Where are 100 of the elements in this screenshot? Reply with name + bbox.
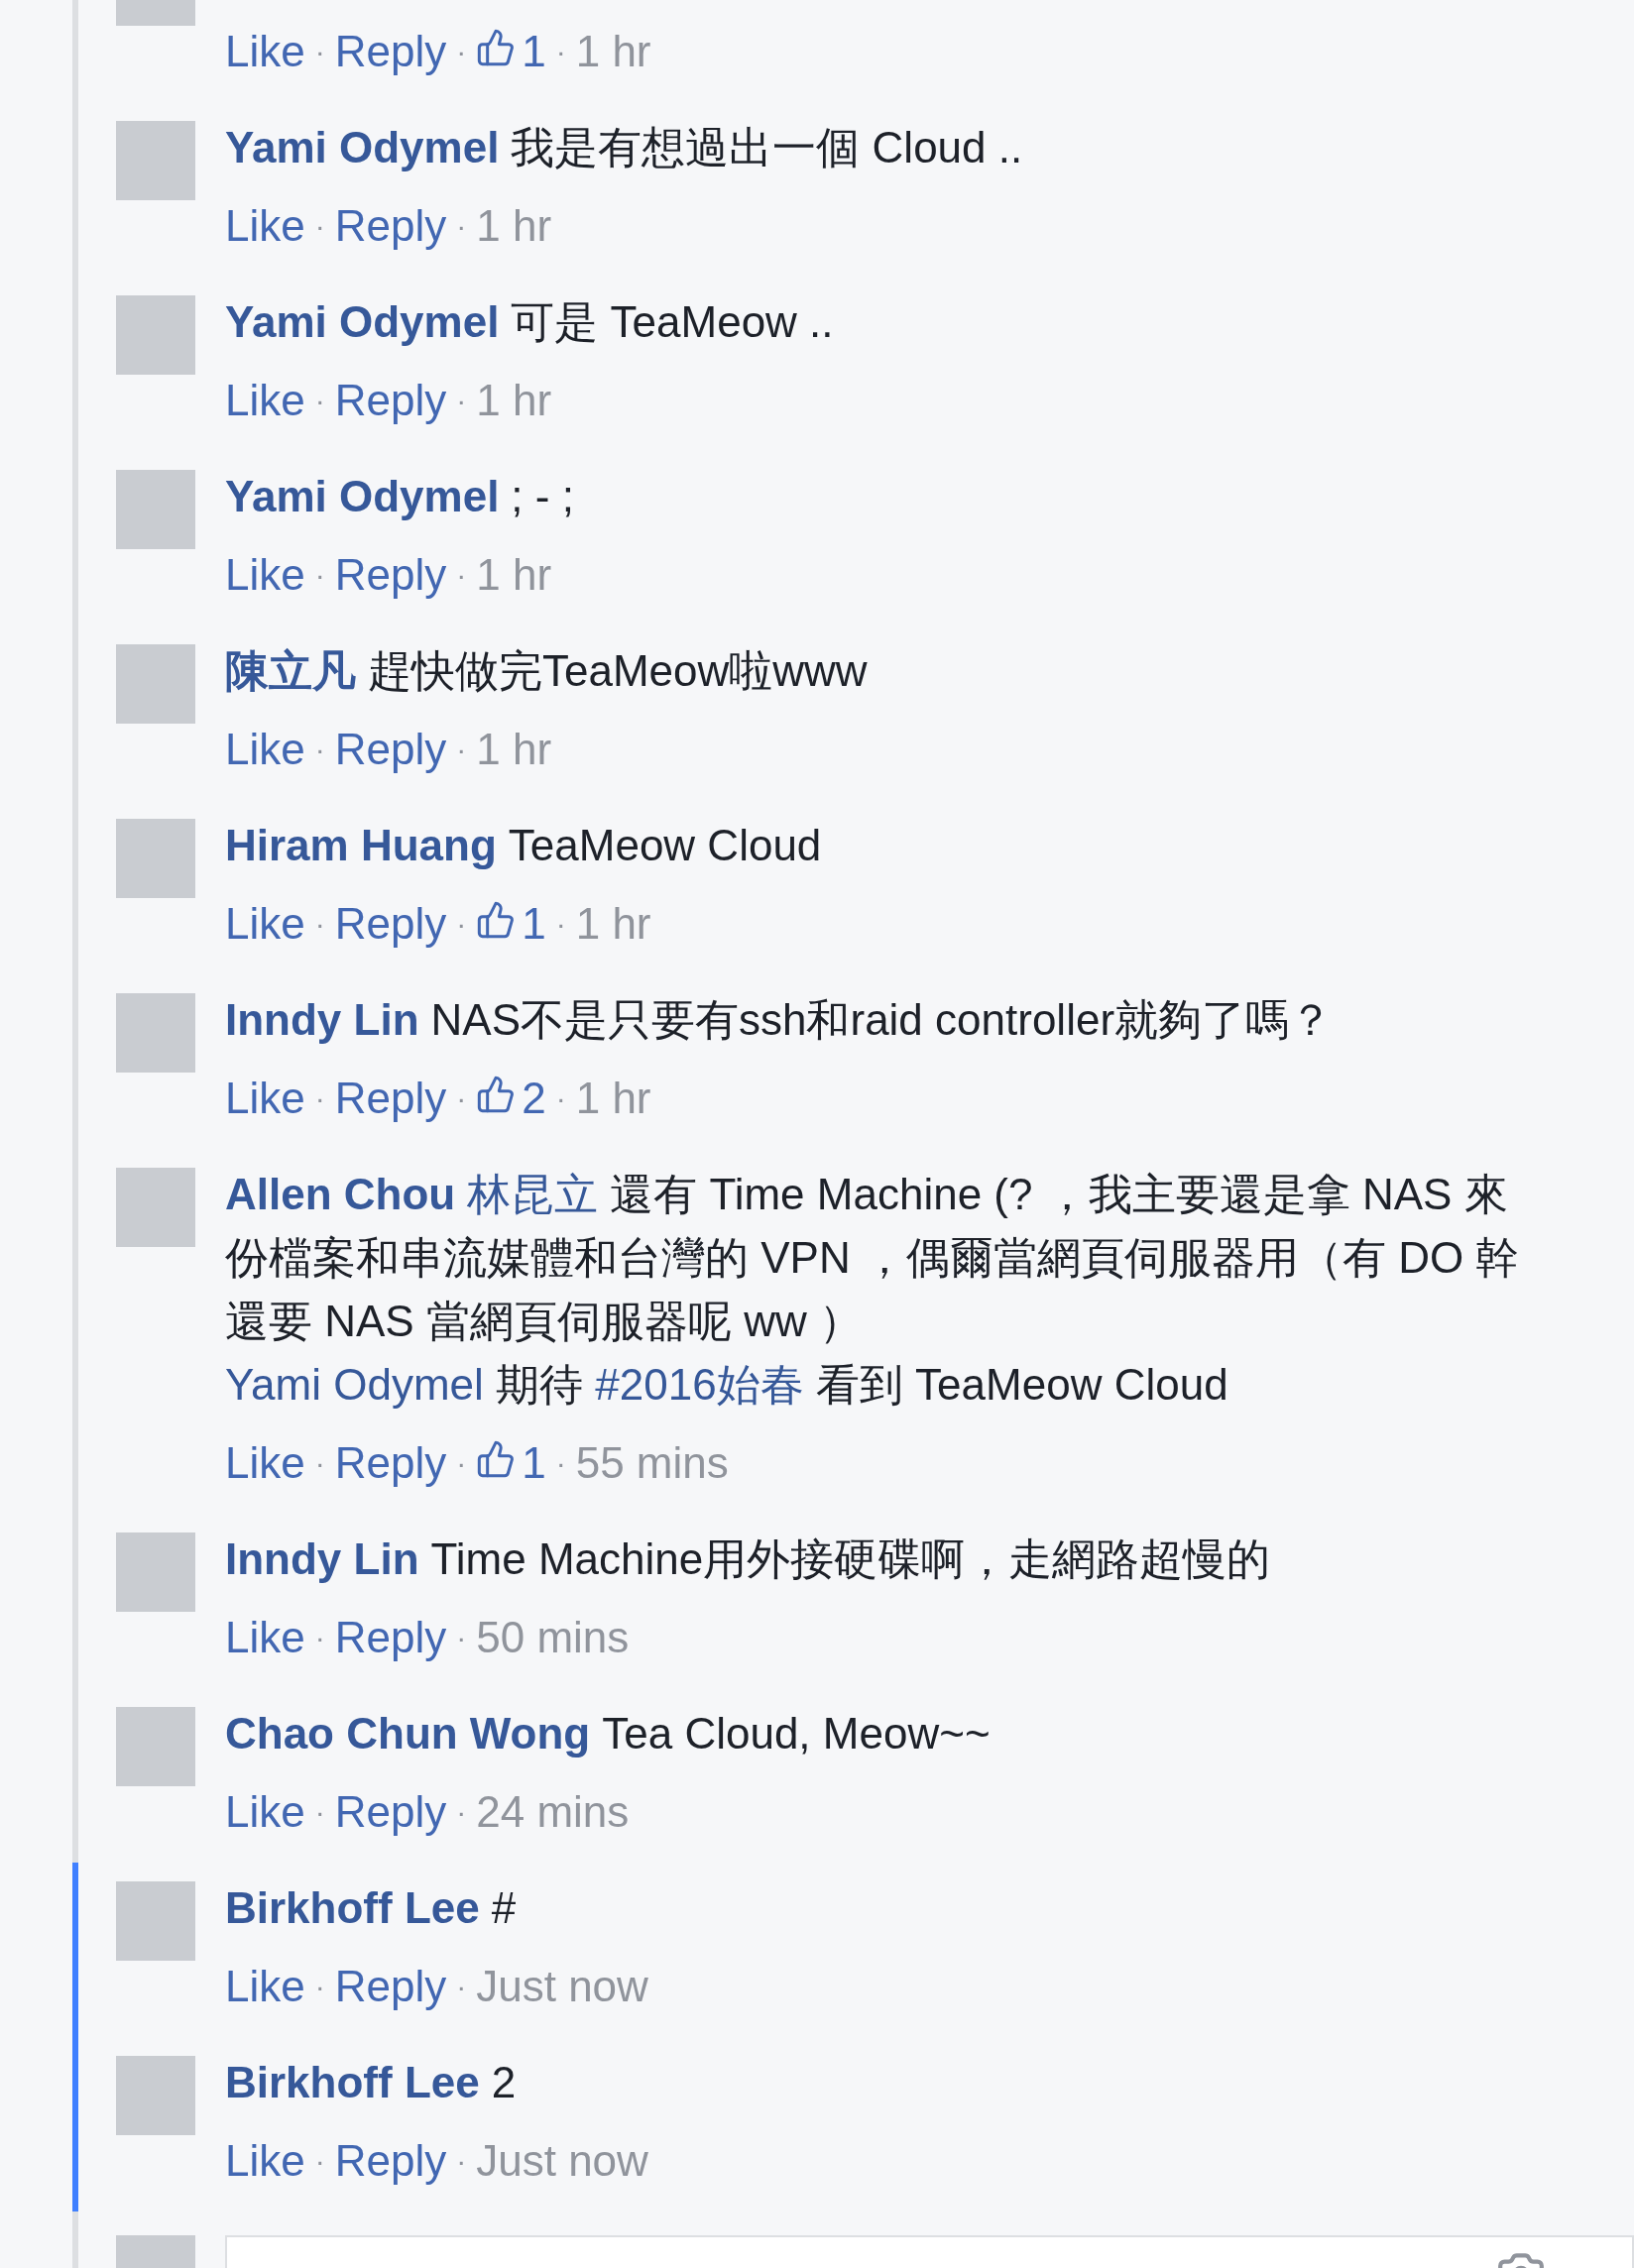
action-link[interactable]: Like <box>225 2129 305 2193</box>
author-link[interactable]: Allen Chou <box>225 1163 456 1226</box>
author-link[interactable]: 陳立凡 <box>225 639 356 703</box>
comment-text: 還要 NAS 當網頁伺服器呢 ww ） <box>225 1296 864 1347</box>
like-count[interactable]: 1 <box>522 1431 546 1495</box>
author-link[interactable]: Inndy Lin <box>225 1528 419 1591</box>
action-link[interactable]: Reply <box>334 1431 447 1495</box>
like-count[interactable]: 2 <box>522 1067 546 1130</box>
timestamp: Just now <box>476 1961 648 2012</box>
timestamp: 1 hr <box>476 200 552 252</box>
separator-dot: · <box>314 1620 325 1655</box>
separator-dot: · <box>555 906 566 942</box>
separator-dot: · <box>456 1620 467 1655</box>
author-link[interactable]: Yami Odymel <box>225 116 500 179</box>
author-link[interactable]: Yami Odymel <box>225 465 500 528</box>
action-link[interactable]: Reply <box>334 1780 447 1844</box>
author-link[interactable]: Inndy Lin <box>225 988 419 1052</box>
separator-dot: · <box>456 557 467 593</box>
author-link[interactable]: Chao Chun Wong <box>225 1702 591 1765</box>
like-count[interactable]: 1 <box>522 20 546 83</box>
hashtag-link[interactable]: #2016始春 <box>595 1360 804 1409</box>
action-link[interactable]: Like <box>225 20 305 83</box>
separator-dot: · <box>314 1080 325 1116</box>
author-link[interactable]: Yami Odymel <box>225 290 500 354</box>
separator-dot: · <box>314 906 325 942</box>
separator-dot: · <box>314 34 325 69</box>
comment-text: 份檔案和串流媒體和台灣的 VPN ，偶爾當網頁伺服器用（有 DO 幹 <box>225 1232 1520 1284</box>
like-count[interactable]: 1 <box>522 892 546 956</box>
timestamp: 1 hr <box>476 724 552 775</box>
separator-dot: · <box>456 1080 467 1116</box>
action-link[interactable]: Like <box>225 1431 305 1495</box>
action-link[interactable]: Reply <box>334 194 447 258</box>
mention-link[interactable]: Yami Odymel <box>225 1360 484 1409</box>
separator-dot: · <box>314 383 325 418</box>
action-link[interactable]: Like <box>225 1955 305 2018</box>
action-link[interactable]: Like <box>225 194 305 258</box>
timestamp: Just now <box>476 2135 648 2187</box>
timestamp: 55 mins <box>575 1437 729 1489</box>
comment-text: NAS不是只要有ssh和raid controller就夠了嗎？ <box>430 994 1334 1046</box>
action-link[interactable]: Reply <box>334 1067 447 1130</box>
separator-dot: · <box>456 906 467 942</box>
comment-text: ; - ; <box>511 471 574 522</box>
comment-text: 可是 TeaMeow .. <box>511 296 834 348</box>
action-link[interactable]: Reply <box>334 892 447 956</box>
author-link[interactable]: Birkhoff Lee <box>225 2051 480 2114</box>
separator-dot: · <box>555 34 566 69</box>
separator-dot: · <box>314 557 325 593</box>
action-link[interactable]: Reply <box>334 718 447 781</box>
comment-text: 我是有想過出一個 Cloud .. <box>511 122 1023 173</box>
separator-dot: · <box>456 1969 467 2004</box>
timestamp: 1 hr <box>476 375 552 426</box>
separator-dot: · <box>456 2143 467 2179</box>
separator-dot: · <box>456 208 467 244</box>
separator-dot: · <box>314 208 325 244</box>
comment-text: Tea Cloud, Meow~~ <box>602 1708 991 1759</box>
separator-dot: · <box>456 732 467 767</box>
separator-dot: · <box>555 1445 566 1481</box>
separator-dot: · <box>456 34 467 69</box>
action-link[interactable]: Like <box>225 369 305 432</box>
thumbs-up-icon <box>476 28 517 67</box>
action-link[interactable]: Reply <box>334 543 447 607</box>
action-link[interactable]: Reply <box>334 1955 447 2018</box>
action-link[interactable]: Reply <box>334 2129 447 2193</box>
separator-dot: · <box>456 383 467 418</box>
thumbs-up-icon <box>476 1439 517 1479</box>
comment-text: TeaMeow Cloud <box>508 820 822 871</box>
comment-text: 2 <box>491 2057 517 2108</box>
timestamp: 24 mins <box>476 1786 630 1838</box>
action-link[interactable]: Like <box>225 1780 305 1844</box>
action-link[interactable]: Like <box>225 543 305 607</box>
action-link[interactable]: Reply <box>334 369 447 432</box>
separator-dot: · <box>456 1445 467 1481</box>
action-link[interactable]: Like <box>225 1067 305 1130</box>
author-link[interactable]: Hiram Huang <box>225 814 497 877</box>
thumbs-up-icon <box>476 900 517 940</box>
comment-text: 趕快做完TeaMeow啦www <box>368 645 868 697</box>
separator-dot: · <box>314 1445 325 1481</box>
comment-text: 還有 Time Machine (? ，我主要還是拿 NAS 來 <box>610 1169 1508 1220</box>
timestamp: 1 hr <box>575 26 651 77</box>
timestamp: 50 mins <box>476 1612 630 1663</box>
comment-text: # <box>491 1882 517 1934</box>
thumbs-up-icon <box>476 1075 517 1114</box>
action-link[interactable]: Reply <box>334 1606 447 1669</box>
separator-dot: · <box>314 1969 325 2004</box>
separator-dot: · <box>456 1794 467 1830</box>
action-link[interactable]: Like <box>225 718 305 781</box>
separator-dot: · <box>314 2143 325 2179</box>
separator-dot: · <box>314 1794 325 1830</box>
separator-dot: · <box>314 732 325 767</box>
action-link[interactable]: Like <box>225 1606 305 1669</box>
separator-dot: · <box>555 1080 566 1116</box>
timestamp: 1 hr <box>575 898 651 950</box>
author-link[interactable]: Birkhoff Lee <box>225 1876 480 1940</box>
action-link[interactable]: Like <box>225 892 305 956</box>
author-alt-link[interactable]: 林昆立 <box>467 1163 599 1226</box>
comment-text: Yami Odymel 期待 #2016始春 看到 TeaMeow Cloud <box>225 1359 1229 1411</box>
action-link[interactable]: Reply <box>334 20 447 83</box>
comment-text: Time Machine用外接硬碟啊，走網路超慢的 <box>430 1533 1271 1585</box>
timestamp: 1 hr <box>575 1073 651 1124</box>
timestamp: 1 hr <box>476 549 552 601</box>
